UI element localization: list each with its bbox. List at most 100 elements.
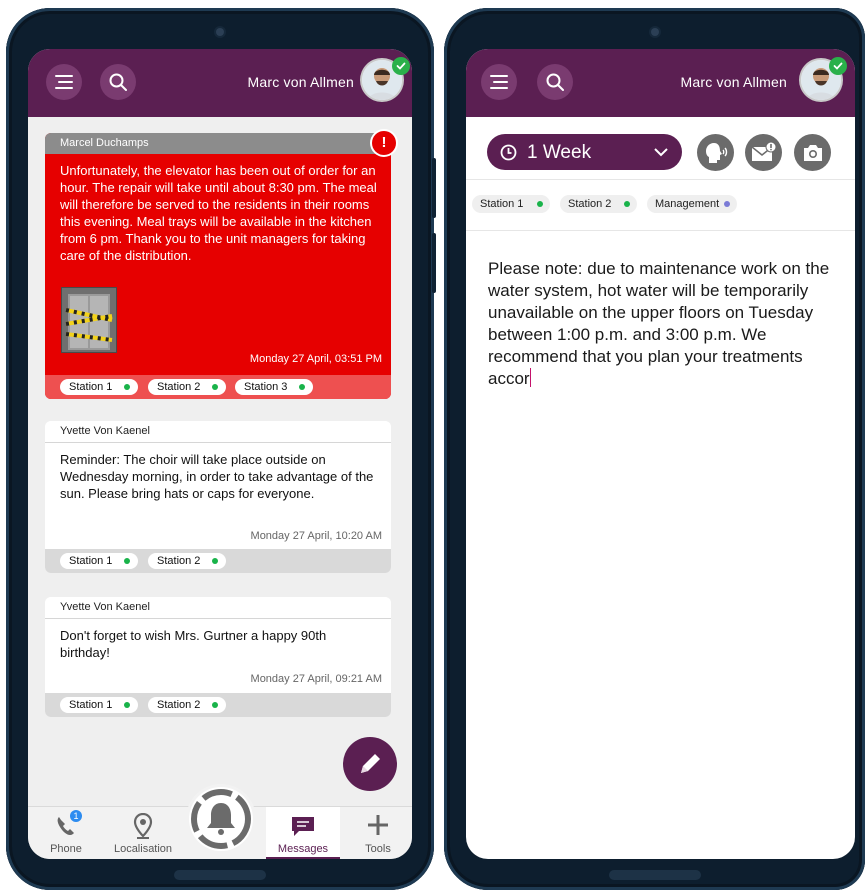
message-compose-field[interactable]: Please note: due to maintenance work on … bbox=[488, 258, 833, 390]
station-tag: Station 2 bbox=[148, 697, 226, 713]
nav-messages[interactable]: Messages bbox=[266, 807, 340, 859]
status-dot bbox=[624, 201, 630, 207]
nav-label: Tools bbox=[365, 843, 391, 855]
station-tag-label: Station 2 bbox=[157, 381, 201, 393]
clock-icon bbox=[500, 144, 517, 161]
search-button[interactable] bbox=[537, 64, 573, 100]
phone-notification-badge: 1 bbox=[70, 810, 82, 822]
station-chip-label: Station 2 bbox=[568, 198, 612, 210]
check-icon bbox=[833, 62, 843, 70]
status-dot bbox=[724, 201, 730, 207]
station-tag-label: Station 3 bbox=[244, 381, 288, 393]
station-tag-label: Station 2 bbox=[157, 699, 201, 711]
message-author: Yvette Von Kaenel bbox=[45, 421, 391, 443]
station-selector: Station 1 Station 2 Management bbox=[466, 179, 855, 231]
alarm-bell-icon bbox=[191, 789, 251, 849]
status-dot bbox=[124, 702, 130, 708]
user-name: Marc von Allmen bbox=[247, 74, 354, 90]
side-button bbox=[432, 158, 436, 218]
status-dot bbox=[124, 384, 130, 390]
message-icon bbox=[292, 817, 314, 836]
message-body: Unfortunately, the elevator has been out… bbox=[60, 163, 377, 263]
compose-screen: Marc von Allmen 1 Week Station 1 Station… bbox=[466, 49, 855, 859]
emergency-alarm-button[interactable] bbox=[189, 787, 253, 851]
station-tag: Station 3 bbox=[235, 379, 313, 395]
station-chip-1[interactable]: Station 1 bbox=[472, 195, 550, 213]
menu-button[interactable] bbox=[46, 64, 82, 100]
elevator-out-of-order-image bbox=[65, 294, 113, 350]
message-tags: Station 1 Station 2 Station 3 bbox=[45, 375, 391, 399]
speaking-head-icon bbox=[705, 142, 727, 163]
home-indicator bbox=[608, 870, 701, 880]
phone-frame-left: Marc von Allmen Marcel Duchamps Unfortun… bbox=[6, 8, 436, 890]
search-icon bbox=[546, 73, 564, 91]
front-camera bbox=[650, 28, 659, 36]
home-indicator bbox=[174, 870, 266, 880]
elevator-photo[interactable] bbox=[61, 287, 117, 353]
search-icon bbox=[109, 73, 127, 91]
message-author: Yvette Von Kaenel bbox=[45, 597, 391, 619]
message-card[interactable]: Yvette Von Kaenel Reminder: The choir wi… bbox=[45, 421, 391, 573]
message-time: Monday 27 April, 09:21 AM bbox=[250, 673, 382, 685]
user-name: Marc von Allmen bbox=[680, 74, 787, 90]
message-card[interactable]: Yvette Von Kaenel Don't forget to wish M… bbox=[45, 597, 391, 717]
online-check-badge bbox=[392, 57, 410, 75]
station-chip-label: Management bbox=[655, 198, 720, 210]
camera-icon bbox=[803, 144, 822, 161]
station-tag: Station 1 bbox=[60, 379, 138, 395]
location-pin-icon bbox=[133, 813, 153, 839]
station-tag-label: Station 2 bbox=[157, 555, 201, 567]
station-tag-label: Station 1 bbox=[69, 699, 113, 711]
menu-button[interactable] bbox=[481, 64, 517, 100]
nav-label: Phone bbox=[50, 843, 82, 855]
compose-text: Please note: due to maintenance work on … bbox=[488, 259, 830, 388]
pencil-icon bbox=[361, 754, 380, 773]
active-tab-indicator bbox=[266, 857, 340, 859]
station-tag: Station 1 bbox=[60, 697, 138, 713]
front-camera bbox=[216, 28, 224, 36]
app-header: Marc von Allmen bbox=[466, 49, 855, 117]
camera-button[interactable] bbox=[794, 134, 831, 171]
nav-label: Messages bbox=[277, 843, 329, 855]
status-dot bbox=[537, 201, 543, 207]
station-tag: Station 2 bbox=[148, 553, 226, 569]
message-tags: Station 1 Station 2 bbox=[45, 549, 391, 573]
station-tag: Station 2 bbox=[148, 379, 226, 395]
compose-message-button[interactable] bbox=[343, 737, 397, 791]
nav-localisation[interactable]: Localisation bbox=[108, 807, 178, 859]
status-dot bbox=[212, 384, 218, 390]
message-card-urgent[interactable]: Marcel Duchamps Unfortunately, the eleva… bbox=[45, 133, 391, 399]
period-selector[interactable]: 1 Week bbox=[487, 134, 682, 170]
online-check-badge bbox=[829, 57, 847, 75]
station-tag-label: Station 1 bbox=[69, 555, 113, 567]
station-chip-management[interactable]: Management bbox=[647, 195, 737, 213]
station-chip-2[interactable]: Station 2 bbox=[560, 195, 637, 213]
phone-frame-right: Marc von Allmen 1 Week Station 1 Station… bbox=[444, 8, 865, 890]
station-chip-label: Station 1 bbox=[480, 198, 524, 210]
urgent-mail-button[interactable] bbox=[745, 134, 782, 171]
plus-icon bbox=[368, 815, 388, 835]
message-time: Monday 27 April, 10:20 AM bbox=[250, 530, 382, 542]
station-tag: Station 1 bbox=[60, 553, 138, 569]
message-author: Marcel Duchamps bbox=[45, 133, 391, 154]
mail-alert-icon bbox=[751, 141, 776, 161]
side-button bbox=[432, 233, 436, 293]
message-tags: Station 1 Station 2 bbox=[45, 693, 391, 717]
voice-message-button[interactable] bbox=[697, 134, 734, 171]
nav-phone[interactable]: 1 Phone bbox=[38, 807, 94, 859]
menu-icon bbox=[490, 75, 508, 89]
text-cursor bbox=[529, 368, 531, 387]
message-body: Don't forget to wish Mrs. Gurtner a happ… bbox=[60, 628, 327, 660]
search-button[interactable] bbox=[100, 64, 136, 100]
status-dot bbox=[212, 558, 218, 564]
message-body: Reminder: The choir will take place outs… bbox=[60, 452, 374, 501]
nav-label: Localisation bbox=[113, 843, 173, 855]
station-tag-label: Station 1 bbox=[69, 381, 113, 393]
chevron-down-icon bbox=[654, 148, 668, 157]
status-dot bbox=[299, 384, 305, 390]
check-icon bbox=[396, 62, 406, 70]
nav-tools[interactable]: Tools bbox=[348, 807, 408, 859]
messages-screen: Marc von Allmen Marcel Duchamps Unfortun… bbox=[28, 49, 412, 859]
status-dot bbox=[212, 702, 218, 708]
urgent-alert-badge: ! bbox=[372, 131, 396, 155]
